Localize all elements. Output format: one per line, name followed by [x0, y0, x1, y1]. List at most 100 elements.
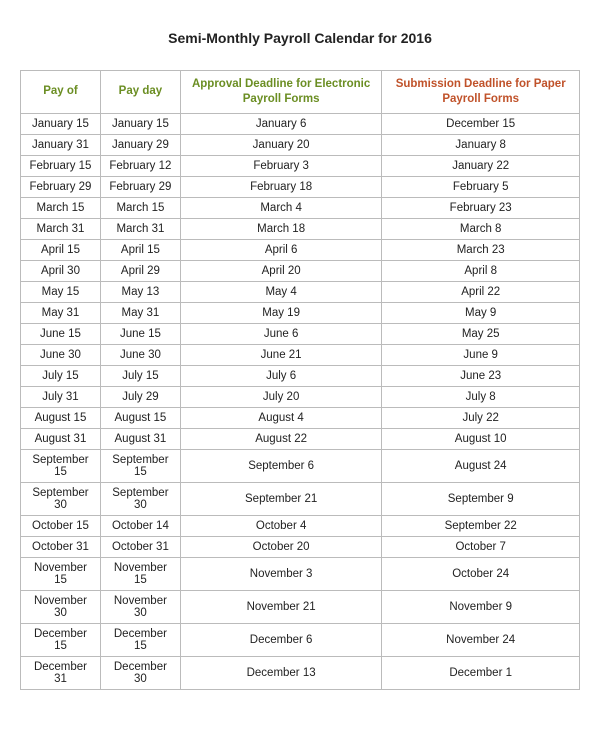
cell-pay_of: September 15: [21, 449, 101, 482]
cell-approval: November 3: [180, 557, 382, 590]
cell-pay_day: July 15: [100, 365, 180, 386]
cell-submission: August 24: [382, 449, 580, 482]
table-row: October 31October 31October 20October 7: [21, 536, 580, 557]
cell-approval: September 6: [180, 449, 382, 482]
cell-pay_day: January 29: [100, 134, 180, 155]
cell-pay_of: July 15: [21, 365, 101, 386]
cell-approval: January 20: [180, 134, 382, 155]
header-pay-of: Pay of: [21, 71, 101, 114]
table-row: January 31January 29January 20January 8: [21, 134, 580, 155]
cell-pay_day: September 15: [100, 449, 180, 482]
cell-pay_of: December 31: [21, 656, 101, 689]
cell-pay_day: June 15: [100, 323, 180, 344]
table-row: October 15October 14October 4September 2…: [21, 515, 580, 536]
cell-approval: October 20: [180, 536, 382, 557]
cell-pay_of: February 15: [21, 155, 101, 176]
cell-approval: June 21: [180, 344, 382, 365]
table-row: May 15May 13May 4April 22: [21, 281, 580, 302]
table-row: July 31July 29July 20July 8: [21, 386, 580, 407]
cell-approval: November 21: [180, 590, 382, 623]
cell-pay_of: May 15: [21, 281, 101, 302]
cell-approval: August 22: [180, 428, 382, 449]
cell-submission: June 9: [382, 344, 580, 365]
cell-submission: August 10: [382, 428, 580, 449]
cell-submission: October 24: [382, 557, 580, 590]
table-row: March 15March 15March 4February 23: [21, 197, 580, 218]
cell-pay_of: August 31: [21, 428, 101, 449]
cell-submission: November 24: [382, 623, 580, 656]
table-row: September 30September 30September 21Sept…: [21, 482, 580, 515]
cell-pay_of: July 31: [21, 386, 101, 407]
cell-pay_of: April 15: [21, 239, 101, 260]
table-row: July 15July 15July 6June 23: [21, 365, 580, 386]
cell-pay_day: October 14: [100, 515, 180, 536]
cell-submission: February 5: [382, 176, 580, 197]
cell-pay_day: April 29: [100, 260, 180, 281]
cell-pay_day: December 30: [100, 656, 180, 689]
cell-approval: March 18: [180, 218, 382, 239]
cell-submission: January 22: [382, 155, 580, 176]
table-row: April 15April 15April 6March 23: [21, 239, 580, 260]
cell-pay_of: October 31: [21, 536, 101, 557]
cell-pay_day: June 30: [100, 344, 180, 365]
table-row: February 29February 29February 18Februar…: [21, 176, 580, 197]
cell-approval: May 4: [180, 281, 382, 302]
cell-submission: September 9: [382, 482, 580, 515]
cell-submission: February 23: [382, 197, 580, 218]
cell-pay_day: November 15: [100, 557, 180, 590]
cell-pay_day: September 30: [100, 482, 180, 515]
page-title: Semi-Monthly Payroll Calendar for 2016: [20, 30, 580, 46]
cell-pay_of: January 15: [21, 113, 101, 134]
cell-pay_of: April 30: [21, 260, 101, 281]
cell-approval: December 6: [180, 623, 382, 656]
cell-approval: June 6: [180, 323, 382, 344]
table-row: August 31August 31August 22August 10: [21, 428, 580, 449]
cell-approval: April 20: [180, 260, 382, 281]
cell-submission: December 15: [382, 113, 580, 134]
header-pay-day: Pay day: [100, 71, 180, 114]
cell-approval: March 4: [180, 197, 382, 218]
cell-pay_day: February 12: [100, 155, 180, 176]
cell-submission: January 8: [382, 134, 580, 155]
cell-pay_day: March 31: [100, 218, 180, 239]
table-row: February 15February 12February 3January …: [21, 155, 580, 176]
cell-pay_day: November 30: [100, 590, 180, 623]
cell-pay_of: March 31: [21, 218, 101, 239]
table-row: January 15January 15January 6December 15: [21, 113, 580, 134]
header-approval: Approval Deadline for Electronic Payroll…: [180, 71, 382, 114]
cell-pay_of: January 31: [21, 134, 101, 155]
table-row: November 30November 30November 21Novembe…: [21, 590, 580, 623]
cell-pay_day: August 15: [100, 407, 180, 428]
table-row: June 15June 15June 6May 25: [21, 323, 580, 344]
table-row: December 15December 15December 6November…: [21, 623, 580, 656]
cell-submission: December 1: [382, 656, 580, 689]
cell-submission: November 9: [382, 590, 580, 623]
table-row: May 31May 31May 19May 9: [21, 302, 580, 323]
cell-approval: September 21: [180, 482, 382, 515]
cell-submission: April 8: [382, 260, 580, 281]
cell-submission: July 8: [382, 386, 580, 407]
table-row: September 15September 15September 6Augus…: [21, 449, 580, 482]
cell-submission: June 23: [382, 365, 580, 386]
cell-submission: October 7: [382, 536, 580, 557]
cell-pay_of: March 15: [21, 197, 101, 218]
cell-approval: April 6: [180, 239, 382, 260]
cell-pay_of: September 30: [21, 482, 101, 515]
cell-pay_day: March 15: [100, 197, 180, 218]
cell-pay_of: May 31: [21, 302, 101, 323]
cell-pay_of: November 15: [21, 557, 101, 590]
cell-approval: August 4: [180, 407, 382, 428]
table-row: December 31December 30December 13Decembe…: [21, 656, 580, 689]
cell-approval: July 20: [180, 386, 382, 407]
cell-pay_day: December 15: [100, 623, 180, 656]
cell-pay_day: May 31: [100, 302, 180, 323]
cell-pay_day: February 29: [100, 176, 180, 197]
cell-pay_day: October 31: [100, 536, 180, 557]
cell-approval: May 19: [180, 302, 382, 323]
cell-submission: September 22: [382, 515, 580, 536]
cell-approval: October 4: [180, 515, 382, 536]
cell-submission: May 9: [382, 302, 580, 323]
cell-approval: July 6: [180, 365, 382, 386]
cell-pay_day: January 15: [100, 113, 180, 134]
header-submission: Submission Deadline for Paper Payroll Fo…: [382, 71, 580, 114]
